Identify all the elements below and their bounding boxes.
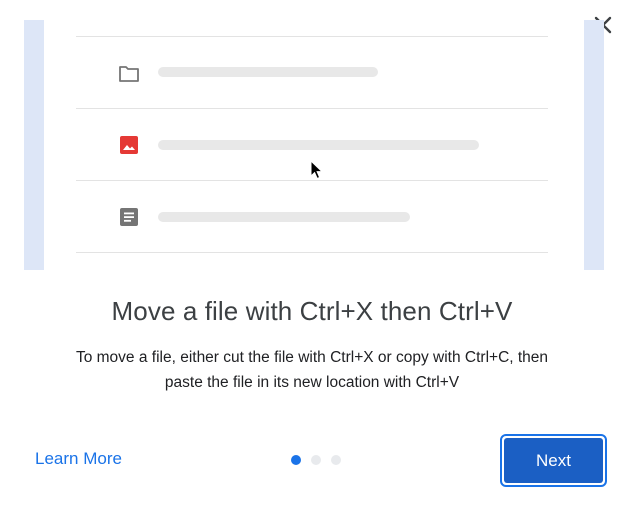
file-name-placeholder (158, 67, 378, 77)
pagination-dot[interactable] (331, 455, 341, 465)
illustration (24, 20, 604, 270)
folder-icon (118, 62, 140, 84)
image-icon (118, 134, 140, 156)
file-name-placeholder (158, 212, 410, 222)
description-line: To move a file, either cut the file with… (75, 349, 549, 366)
file-list-illustration (44, 20, 584, 270)
row-divider (76, 180, 548, 181)
next-button[interactable]: Next (500, 434, 607, 487)
document-icon (118, 206, 140, 228)
row-divider (76, 108, 548, 109)
learn-more-link[interactable]: Learn More (35, 449, 122, 469)
tutorial-dialog: Move a file with Ctrl+X then Ctrl+V To m… (0, 0, 624, 508)
pagination-dot-active[interactable] (291, 455, 301, 465)
dialog-description: To move a file, either cut the file with… (24, 345, 600, 395)
description-line: paste the file in its new location with … (164, 374, 460, 391)
file-name-placeholder (158, 140, 479, 150)
next-button-label: Next (504, 438, 603, 483)
row-divider (76, 36, 548, 37)
mouse-pointer-icon (310, 159, 324, 180)
row-divider (76, 252, 548, 253)
pagination-dot[interactable] (311, 455, 321, 465)
dialog-title: Move a file with Ctrl+X then Ctrl+V (111, 296, 513, 326)
